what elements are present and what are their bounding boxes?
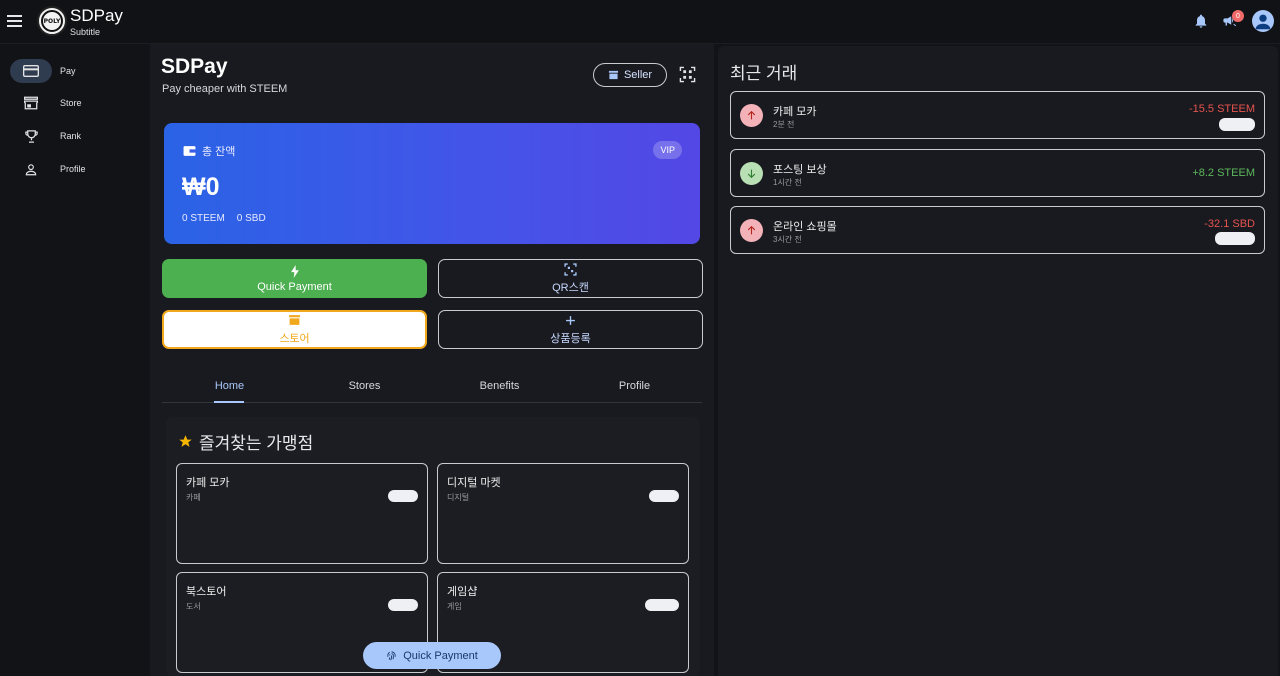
store-chip <box>388 599 418 611</box>
fingerprint-icon <box>387 650 396 660</box>
transaction-amount: -32.1 SBD <box>1204 218 1255 230</box>
store-icon <box>288 313 301 327</box>
person-icon <box>10 157 52 181</box>
page-title: SDPay <box>161 55 228 78</box>
notification-count-badge: 0 <box>1232 10 1244 22</box>
transaction-item[interactable]: 카페 모카 2분 전 -15.5 STEEM <box>730 91 1265 139</box>
store-name: 디지털 마켓 <box>447 477 501 489</box>
transaction-status-chip <box>1219 118 1255 131</box>
sidebar-item-label: Pay <box>60 66 76 76</box>
store-category: 도서 <box>186 602 201 611</box>
balance-breakdown: 0 STEEM 0 SBD <box>182 213 266 224</box>
balance-card: 총 잔액 VIP ₩0 0 STEEM 0 SBD <box>164 123 700 244</box>
tab-benefits[interactable]: Benefits <box>432 370 567 402</box>
arrow-down-icon <box>740 162 763 185</box>
app-logo: POLY <box>37 6 67 36</box>
page-subtitle: Pay cheaper with STEEM <box>162 83 288 95</box>
store-name: 게임샵 <box>447 586 478 598</box>
store-chip <box>645 599 679 611</box>
transaction-item[interactable]: 포스팅 보상 1시간 전 +8.2 STEEM <box>730 149 1265 197</box>
quick-payment-fab[interactable]: Quick Payment <box>363 642 501 669</box>
arrow-up-icon <box>740 104 763 127</box>
main-panel: SDPay Pay cheaper with STEEM Seller 총 잔액… <box>150 44 714 676</box>
tab-stores[interactable]: Stores <box>297 370 432 402</box>
store-category: 카페 <box>186 493 201 502</box>
balance-amount: ₩0 <box>182 173 220 201</box>
hamburger-menu-icon[interactable] <box>7 12 25 30</box>
wallet-icon <box>183 146 196 156</box>
transaction-name: 온라인 쇼핑몰 <box>773 221 837 233</box>
favorite-stores-section: 즐겨찾는 가맹점 카페 모카 카페 디지털 마켓 디지털 북스토어 도서 게임샵… <box>166 417 700 676</box>
storefront-icon <box>608 70 618 80</box>
balance-label: 총 잔액 <box>183 143 235 159</box>
store-name: 북스토어 <box>186 586 227 598</box>
recent-transactions-panel: 최근 거래 카페 모카 2분 전 -15.5 STEEM 포스팅 보상 1시간 … <box>718 46 1278 676</box>
sidebar-item-label: Rank <box>60 131 82 141</box>
store-icon <box>10 91 52 115</box>
sidebar-item-label: Profile <box>60 164 86 174</box>
sidebar-item-label: Store <box>60 98 82 108</box>
store-button[interactable]: 스토어 <box>162 310 427 349</box>
store-category: 디지털 <box>447 493 470 502</box>
transaction-time: 3시간 전 <box>773 235 802 244</box>
sidebar-item-profile[interactable]: Profile <box>10 157 140 181</box>
credit-card-icon <box>10 59 52 83</box>
transaction-status-chip <box>1215 232 1255 245</box>
transaction-time: 2분 전 <box>773 120 795 129</box>
app-subtitle: Subtitle <box>70 27 101 37</box>
bolt-icon <box>290 264 300 278</box>
top-app-bar: POLY SDPay Subtitle 0 <box>0 0 1280 44</box>
user-avatar[interactable] <box>1252 10 1274 32</box>
store-chip <box>388 490 418 502</box>
qr-scan-icon[interactable] <box>679 66 697 84</box>
trophy-icon <box>10 124 52 148</box>
store-category: 게임 <box>447 602 462 611</box>
seller-button[interactable]: Seller <box>593 63 667 87</box>
transaction-name: 카페 모카 <box>773 106 817 118</box>
arrow-up-icon <box>740 219 763 242</box>
app-title: SDPay <box>70 6 123 25</box>
transaction-item[interactable]: 온라인 쇼핑몰 3시간 전 -32.1 SBD <box>730 206 1265 254</box>
seller-label: Seller <box>623 69 653 81</box>
plus-icon <box>565 313 576 327</box>
quick-payment-button[interactable]: Quick Payment <box>162 259 427 298</box>
sidebar-item-store[interactable]: Store <box>10 91 140 115</box>
transaction-amount: +8.2 STEEM <box>1192 167 1255 179</box>
main-tabs: Home Stores Benefits Profile <box>162 370 702 403</box>
favorite-store-card[interactable]: 디지털 마켓 디지털 <box>437 463 689 564</box>
transaction-time: 1시간 전 <box>773 178 802 187</box>
tab-profile[interactable]: Profile <box>567 370 702 402</box>
add-product-button[interactable]: 상품등록 <box>438 310 703 349</box>
transaction-amount: -15.5 STEEM <box>1188 103 1255 115</box>
sidebar-item-pay[interactable]: Pay <box>10 59 140 83</box>
tab-home[interactable]: Home <box>162 370 297 403</box>
qr-scan-button[interactable]: QR스캔 <box>438 259 703 298</box>
store-name: 카페 모카 <box>186 477 230 489</box>
transaction-name: 포스팅 보상 <box>773 164 827 176</box>
steem-balance: 0 STEEM <box>182 213 225 224</box>
favorite-store-card[interactable]: 카페 모카 카페 <box>176 463 428 564</box>
star-icon <box>179 435 192 447</box>
qr-scan-icon <box>564 262 577 276</box>
vip-badge: VIP <box>653 141 682 159</box>
store-chip <box>649 490 679 502</box>
sidebar-item-rank[interactable]: Rank <box>10 124 140 148</box>
sbd-balance: 0 SBD <box>236 213 266 224</box>
notifications-bell-icon[interactable] <box>1193 12 1211 30</box>
recent-transactions-title: 최근 거래 <box>730 64 798 83</box>
sidebar-nav: Pay Store Rank Profile <box>0 44 150 676</box>
favorites-title: 즐겨찾는 가맹점 <box>178 429 313 454</box>
